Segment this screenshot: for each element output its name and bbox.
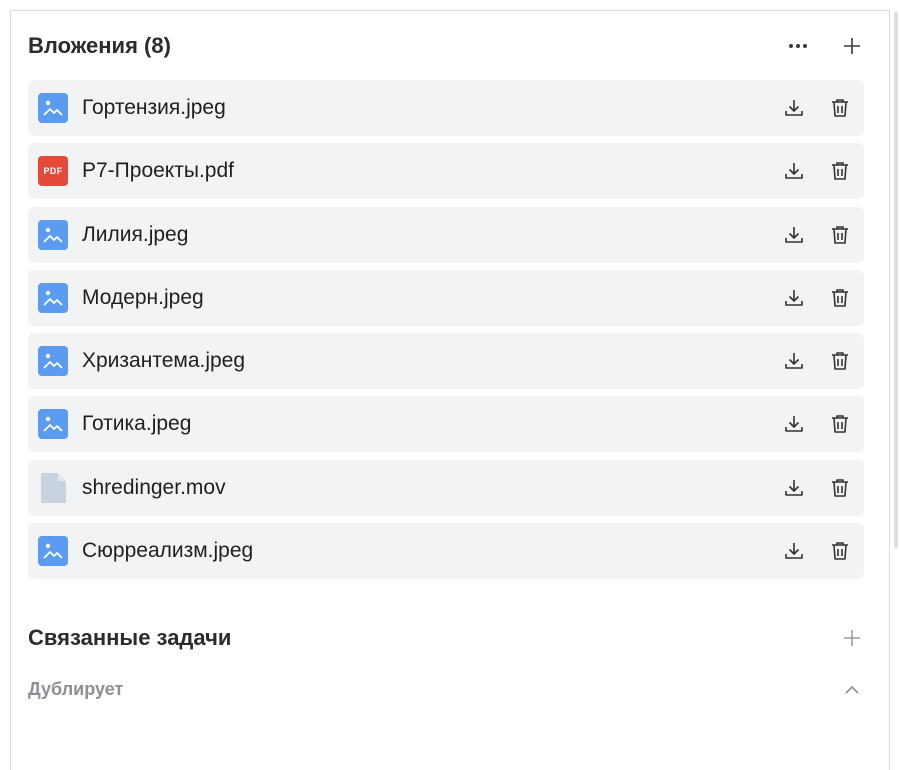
attachment-item[interactable]: Хризантема.jpeg (28, 333, 864, 390)
trash-icon[interactable] (828, 539, 852, 563)
attachment-name: shredinger.mov (82, 475, 226, 499)
trash-icon[interactable] (828, 476, 852, 500)
add-attachment-button[interactable] (840, 34, 864, 58)
download-icon[interactable] (782, 412, 806, 436)
attachment-actions (782, 159, 852, 183)
add-related-task-button[interactable] (840, 626, 864, 650)
attachments-list: Гортензия.jpeg PDF P7-Проекты.pdf Лилия.… (28, 80, 864, 586)
attachments-title: Вложения (8) (28, 33, 171, 58)
attachment-name: Хризантема.jpeg (82, 349, 246, 373)
trash-icon[interactable] (828, 349, 852, 373)
download-icon[interactable] (782, 539, 806, 563)
attachment-actions (782, 476, 852, 500)
image-file-icon (38, 536, 68, 567)
attachment-actions (782, 539, 852, 563)
trash-icon[interactable] (828, 286, 852, 310)
trash-icon[interactable] (828, 412, 852, 436)
plus-icon (844, 38, 860, 54)
chevron-up-icon[interactable] (840, 677, 864, 701)
image-file-icon (38, 93, 68, 123)
attachment-actions (782, 96, 852, 120)
attachments-header: Вложения (8) (28, 29, 864, 63)
attachment-name: Лилия.jpeg (82, 222, 189, 246)
attachment-name: Модерн.jpeg (82, 285, 204, 309)
more-horizontal-icon[interactable] (786, 34, 810, 58)
attachment-name: Сюрреализм.jpeg (82, 539, 254, 563)
duplicates-group-header[interactable]: Дублирует (28, 674, 864, 704)
attachment-item[interactable]: PDF P7-Проекты.pdf (28, 143, 864, 200)
generic-file-icon (38, 472, 68, 503)
attachments-actions (786, 34, 864, 58)
attachment-actions (782, 412, 852, 436)
trash-icon[interactable] (828, 223, 852, 247)
image-file-icon (38, 409, 68, 440)
attachment-item[interactable]: shredinger.mov (28, 459, 864, 516)
download-icon[interactable] (782, 159, 806, 183)
attachment-item[interactable]: Гортензия.jpeg (28, 80, 864, 136)
attachment-actions (782, 349, 852, 373)
attachment-name: Гортензия.jpeg (82, 96, 226, 119)
attachment-item[interactable]: Модерн.jpeg (28, 269, 864, 326)
attachment-actions (782, 286, 852, 310)
attachment-name: P7-Проекты.pdf (82, 159, 234, 183)
download-icon[interactable] (782, 96, 806, 120)
attachment-item[interactable]: Сюрреализм.jpeg (28, 523, 864, 580)
duplicates-group-title: Дублирует (28, 678, 124, 699)
attachment-name: Готика.jpeg (82, 412, 192, 436)
image-file-icon (38, 219, 68, 250)
related-tasks-header: Связанные задачи (28, 621, 864, 655)
download-icon[interactable] (782, 476, 806, 500)
scrollbar[interactable] (894, 12, 898, 548)
image-file-icon (38, 346, 68, 377)
related-tasks-title: Связанные задачи (28, 625, 232, 650)
pdf-file-icon: PDF (38, 156, 68, 187)
download-icon[interactable] (782, 349, 806, 373)
download-icon[interactable] (782, 286, 806, 310)
plus-icon (844, 630, 860, 646)
attachment-actions (782, 223, 852, 247)
image-file-icon (38, 282, 68, 313)
attachment-item[interactable]: Лилия.jpeg (28, 206, 864, 263)
trash-icon[interactable] (828, 96, 852, 120)
trash-icon[interactable] (828, 159, 852, 183)
attachment-item[interactable]: Готика.jpeg (28, 396, 864, 453)
pdf-badge: PDF (38, 156, 68, 187)
download-icon[interactable] (782, 223, 806, 247)
